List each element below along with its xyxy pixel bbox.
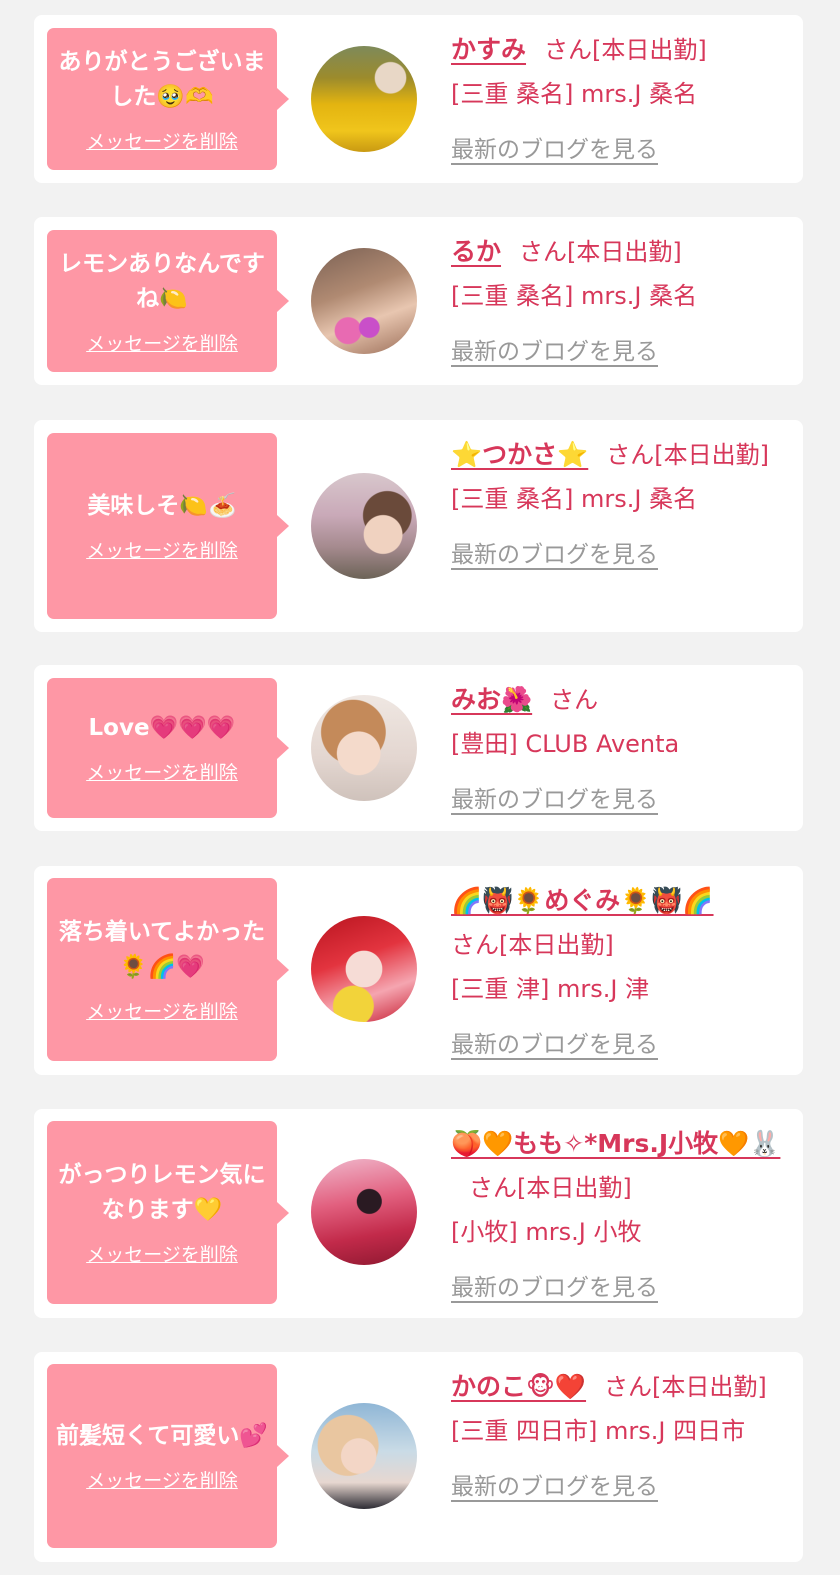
message-text: 美味しそ🍋🍝 <box>87 493 237 519</box>
cast-status: さん[本日出勤] <box>469 1174 632 1202</box>
message-bubble: 落ち着いてよかった🌻🌈💗 メッセージを削除 <box>47 878 289 1061</box>
cast-name-link[interactable]: かすみ <box>451 35 526 64</box>
cast-name-link[interactable]: 🍑🧡もも✧*Mrs.J小牧🧡🐰 <box>451 1129 780 1158</box>
delete-message-link[interactable]: メッセージを削除 <box>86 329 238 356</box>
cast-info: 🍑🧡もも✧*Mrs.J小牧🧡🐰 さん[本日出勤] [小牧] mrs.J 小牧 最新… <box>451 1122 786 1310</box>
cast-info: みお🌺 さん [豊田] CLUB Aventa 最新のブログを見る <box>451 678 786 822</box>
cast-status: さん[本日出勤] <box>451 931 614 959</box>
cast-status: さん <box>550 686 599 714</box>
message-text: 前髪短くて可愛い💕 <box>56 1423 268 1449</box>
message-bubble: 前髪短くて可愛い💕 メッセージを削除 <box>47 1364 289 1548</box>
cast-name-link[interactable]: かのこ🐵❤️ <box>451 1372 586 1401</box>
shop-name: [三重 桑名] mrs.J 桑名 <box>451 282 698 310</box>
message-text: 落ち着いてよかった🌻🌈💗 <box>58 919 266 980</box>
favorite-card: 落ち着いてよかった🌻🌈💗 メッセージを削除 🌈👹🌻めぐみ🌻👹🌈 さん[本日出勤] … <box>34 866 803 1075</box>
shop-name: [三重 津] mrs.J 津 <box>451 975 650 1003</box>
latest-blog-link[interactable]: 最新のブログを見る <box>451 1023 658 1067</box>
message-text: がっつりレモン気になります💛 <box>58 1162 266 1223</box>
favorite-card: 前髪短くて可愛い💕 メッセージを削除 かのこ🐵❤️ さん[本日出勤] [三重 四日… <box>34 1352 803 1562</box>
avatar[interactable] <box>311 1159 417 1265</box>
avatar[interactable] <box>311 1403 417 1509</box>
favorite-card: 美味しそ🍋🍝 メッセージを削除 ⭐️つかさ⭐️ さん[本日出勤] [三重 桑名] … <box>34 420 803 632</box>
favorite-card: Love💗💗💗 メッセージを削除 みお🌺 さん [豊田] CLUB Aventa … <box>34 665 803 831</box>
delete-message-link[interactable]: メッセージを削除 <box>86 127 238 154</box>
message-bubble: 美味しそ🍋🍝 メッセージを削除 <box>47 433 289 619</box>
avatar[interactable] <box>311 916 417 1022</box>
cast-status: さん[本日出勤] <box>606 441 769 469</box>
avatar[interactable] <box>311 248 417 354</box>
cast-name-link[interactable]: 🌈👹🌻めぐみ🌻👹🌈 <box>451 886 714 915</box>
favorite-card: がっつりレモン気になります💛 メッセージを削除 🍑🧡もも✧*Mrs.J小牧🧡🐰 さ… <box>34 1109 803 1318</box>
message-bubble: Love💗💗💗 メッセージを削除 <box>47 678 289 818</box>
message-bubble: レモンありなんですね🍋 メッセージを削除 <box>47 230 289 372</box>
favorite-list: ありがとうございました🥹🫶 メッセージを削除 かすみ さん[本日出勤] [三重 桑… <box>0 0 840 1575</box>
message-bubble: ありがとうございました🥹🫶 メッセージを削除 <box>47 28 289 170</box>
cast-name-link[interactable]: るか <box>451 237 501 266</box>
cast-info: かのこ🐵❤️ さん[本日出勤] [三重 四日市] mrs.J 四日市 最新のブログ… <box>451 1365 786 1509</box>
latest-blog-link[interactable]: 最新のブログを見る <box>451 1465 658 1509</box>
cast-info: るか さん[本日出勤] [三重 桑名] mrs.J 桑名 最新のブログを見る <box>451 230 786 374</box>
favorite-card: レモンありなんですね🍋 メッセージを削除 るか さん[本日出勤] [三重 桑名] … <box>34 217 803 385</box>
shop-name: [三重 四日市] mrs.J 四日市 <box>451 1417 746 1445</box>
favorite-card: ありがとうございました🥹🫶 メッセージを削除 かすみ さん[本日出勤] [三重 桑… <box>34 15 803 183</box>
latest-blog-link[interactable]: 最新のブログを見る <box>451 778 658 822</box>
shop-name: [小牧] mrs.J 小牧 <box>451 1218 642 1246</box>
latest-blog-link[interactable]: 最新のブログを見る <box>451 128 658 172</box>
cast-status: さん[本日出勤] <box>544 36 707 64</box>
message-text: ありがとうございました🥹🫶 <box>58 48 266 110</box>
shop-name: [三重 桑名] mrs.J 桑名 <box>451 485 698 513</box>
shop-name: [豊田] CLUB Aventa <box>451 730 680 758</box>
message-text: レモンありなんですね🍋 <box>59 250 265 312</box>
avatar[interactable] <box>311 46 417 152</box>
cast-status: さん[本日出勤] <box>519 238 682 266</box>
latest-blog-link[interactable]: 最新のブログを見る <box>451 330 658 374</box>
delete-message-link[interactable]: メッセージを削除 <box>86 1240 238 1267</box>
delete-message-link[interactable]: メッセージを削除 <box>86 1466 238 1493</box>
cast-name-link[interactable]: ⭐️つかさ⭐️ <box>451 440 588 469</box>
message-text: Love💗💗💗 <box>88 715 236 741</box>
delete-message-link[interactable]: メッセージを削除 <box>86 997 238 1024</box>
message-bubble: がっつりレモン気になります💛 メッセージを削除 <box>47 1121 289 1304</box>
avatar[interactable] <box>311 695 417 801</box>
cast-info: 🌈👹🌻めぐみ🌻👹🌈 さん[本日出勤] [三重 津] mrs.J 津 最新のブログを… <box>451 879 786 1067</box>
shop-name: [三重 桑名] mrs.J 桑名 <box>451 80 698 108</box>
cast-info: かすみ さん[本日出勤] [三重 桑名] mrs.J 桑名 最新のブログを見る <box>451 28 786 172</box>
delete-message-link[interactable]: メッセージを削除 <box>86 758 238 785</box>
cast-name-link[interactable]: みお🌺 <box>451 685 532 714</box>
avatar[interactable] <box>311 473 417 579</box>
delete-message-link[interactable]: メッセージを削除 <box>86 536 238 563</box>
cast-status: さん[本日出勤] <box>604 1373 767 1401</box>
cast-info: ⭐️つかさ⭐️ さん[本日出勤] [三重 桑名] mrs.J 桑名 最新のブログを… <box>451 433 786 577</box>
latest-blog-link[interactable]: 最新のブログを見る <box>451 1266 658 1310</box>
latest-blog-link[interactable]: 最新のブログを見る <box>451 533 658 577</box>
